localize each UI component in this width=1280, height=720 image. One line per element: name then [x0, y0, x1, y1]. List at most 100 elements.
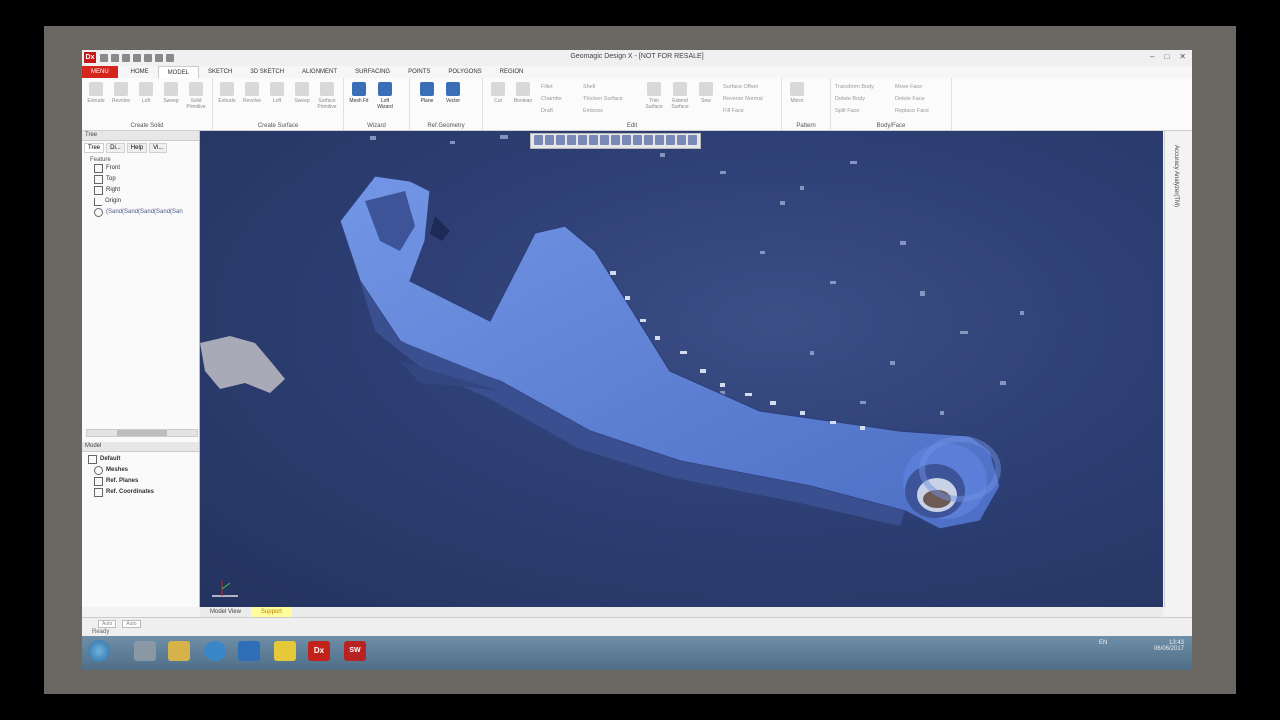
- delete-face-button[interactable]: Delete Face: [895, 96, 925, 102]
- lasso-select-icon[interactable]: [622, 135, 631, 145]
- trim-surface-button[interactable]: Trim Surface: [643, 82, 665, 110]
- panel-tabs: Tree Di... Help Vi...: [82, 141, 199, 155]
- tab-home[interactable]: HOME: [122, 66, 158, 78]
- maximize-icon[interactable]: □: [1164, 52, 1169, 61]
- draft-button[interactable]: Draft: [541, 108, 553, 114]
- solid-revolve-button[interactable]: Revolve: [110, 82, 132, 104]
- tab-surfacing[interactable]: SURFACING: [346, 66, 399, 78]
- surface-revolve-button[interactable]: Revolve: [241, 82, 263, 104]
- accuracy-analyzer-tab[interactable]: Accuracy Analyzer(TM): [1173, 145, 1179, 207]
- language-indicator[interactable]: EN: [1099, 640, 1107, 646]
- vector-button[interactable]: Vector: [442, 82, 464, 104]
- tab-model[interactable]: MODEL: [157, 65, 200, 79]
- zoom-icon[interactable]: [545, 135, 554, 145]
- close-icon[interactable]: ✕: [1179, 52, 1186, 61]
- model-item-ref-coordinates[interactable]: Ref. Coordinates: [88, 487, 154, 498]
- tab-menu[interactable]: MENU: [82, 66, 118, 78]
- surface-sweep-button[interactable]: Sweep: [291, 82, 313, 104]
- minimize-icon[interactable]: –: [1150, 52, 1154, 61]
- create-surface-caption: Create Surface: [257, 123, 299, 129]
- pan-icon[interactable]: [567, 135, 576, 145]
- plane-button[interactable]: Plane: [416, 82, 438, 104]
- tab-display[interactable]: Di...: [106, 143, 125, 153]
- wireframe-icon[interactable]: [655, 135, 664, 145]
- tab-tree[interactable]: Tree: [84, 143, 105, 153]
- folder-icon[interactable]: [168, 641, 190, 661]
- section-view-icon[interactable]: [666, 135, 675, 145]
- tab-alignment[interactable]: ALIGNMENT: [293, 66, 346, 78]
- solid-sweep-button[interactable]: Sweep: [160, 82, 182, 104]
- solid-loft-button[interactable]: Loft: [135, 82, 157, 104]
- selection-mode-icon[interactable]: [611, 135, 620, 145]
- tree-item-origin[interactable]: Origin: [94, 196, 199, 207]
- tab-3d-sketch[interactable]: 3D SKETCH: [241, 66, 293, 78]
- tree-item-top[interactable]: Top: [94, 174, 199, 185]
- right-side-panel[interactable]: Accuracy Analyzer(TM): [1164, 131, 1192, 607]
- move-face-button[interactable]: Move Face: [895, 84, 922, 90]
- tree-item-front[interactable]: Front: [94, 163, 199, 174]
- model-item-meshes[interactable]: Meshes: [88, 465, 154, 476]
- browser-icon[interactable]: [204, 641, 226, 661]
- solidworks-taskbar-icon[interactable]: SW: [344, 641, 366, 661]
- rotate-icon[interactable]: [556, 135, 565, 145]
- sticky-notes-icon[interactable]: [274, 641, 296, 661]
- clock-date[interactable]: 06/06/2017: [1154, 646, 1184, 652]
- fill-face-button[interactable]: Fill Face: [723, 108, 744, 114]
- surface-offset-button[interactable]: Surface Offset: [723, 84, 758, 90]
- tab-help[interactable]: Help: [126, 143, 148, 153]
- split-face-button[interactable]: Split Face: [835, 108, 859, 114]
- horizontal-scrollbar[interactable]: [86, 429, 198, 437]
- scroll-thumb[interactable]: [117, 430, 167, 436]
- cut-button[interactable]: Cut: [487, 82, 509, 104]
- fit-view-icon[interactable]: [534, 135, 543, 145]
- tab-points[interactable]: POINTS: [399, 66, 439, 78]
- solid-extrude-button[interactable]: Extrude: [85, 82, 107, 104]
- model-viewport[interactable]: [200, 131, 1163, 607]
- solid-primitive-button[interactable]: Solid Primitive: [185, 82, 207, 110]
- delete-body-button[interactable]: Delete Body: [835, 96, 865, 102]
- mirror-button[interactable]: Mirror: [786, 82, 808, 104]
- model-item-ref-planes[interactable]: Ref. Planes: [88, 476, 154, 487]
- emboss-button[interactable]: Emboss: [583, 108, 603, 114]
- view-top-icon[interactable]: [589, 135, 598, 145]
- render-mode-icon[interactable]: [644, 135, 653, 145]
- users-icon[interactable]: [134, 641, 156, 661]
- tree-item-right[interactable]: Right: [94, 185, 199, 196]
- brush-select-icon[interactable]: [633, 135, 642, 145]
- tab-view[interactable]: Vi...: [149, 143, 168, 153]
- view-front-icon[interactable]: [578, 135, 587, 145]
- transform-body-button[interactable]: Transform Body: [835, 84, 874, 90]
- application-window: Dx Geomagic Design X - [NOT FOR RESALE] …: [82, 50, 1192, 670]
- mesh-fit-button[interactable]: Mesh Fit: [348, 82, 370, 104]
- tab-region[interactable]: REGION: [491, 66, 533, 78]
- shell-button[interactable]: Shell: [583, 84, 595, 90]
- start-button[interactable]: [88, 640, 110, 662]
- extend-surface-button[interactable]: Extend Surface: [669, 82, 691, 110]
- model-item-default[interactable]: Default: [88, 454, 154, 465]
- replace-face-button[interactable]: Replace Face: [895, 108, 929, 114]
- thicken-surface-button[interactable]: Thicken Surface: [583, 96, 623, 102]
- fillet-button[interactable]: Fillet: [541, 84, 553, 90]
- tab-sketch[interactable]: SKETCH: [199, 66, 241, 78]
- surface-loft-button[interactable]: Loft: [266, 82, 288, 104]
- sew-button[interactable]: Sew: [695, 82, 717, 104]
- display-settings-icon[interactable]: [688, 135, 697, 145]
- selection-filter-1[interactable]: Auto: [98, 620, 117, 628]
- boolean-button[interactable]: Boolean: [512, 82, 534, 104]
- surface-primitive-button[interactable]: Surface Primitive: [316, 82, 338, 110]
- chamfer-button[interactable]: Chamfer: [541, 96, 562, 102]
- surface-extrude-button[interactable]: Extrude: [216, 82, 238, 104]
- outlook-icon[interactable]: [238, 641, 260, 661]
- plane-icon: [94, 164, 103, 173]
- scan-mesh-render: [200, 135, 1024, 597]
- reverse-normal-button[interactable]: Reverse Normal: [723, 96, 763, 102]
- view-iso-icon[interactable]: [600, 135, 609, 145]
- design-x-taskbar-icon[interactable]: Dx: [308, 641, 330, 661]
- selection-filter-2[interactable]: Auto: [122, 620, 141, 628]
- tab-polygons[interactable]: POLYGONS: [439, 66, 490, 78]
- loft-wizard-button[interactable]: Loft Wizard: [374, 82, 396, 110]
- tab-model-view[interactable]: Model View: [200, 607, 251, 617]
- tree-item-mesh[interactable]: (Sand(Sand(Sand(Sand(San: [94, 207, 199, 218]
- lighting-icon[interactable]: [677, 135, 686, 145]
- tab-support[interactable]: Support: [250, 607, 292, 617]
